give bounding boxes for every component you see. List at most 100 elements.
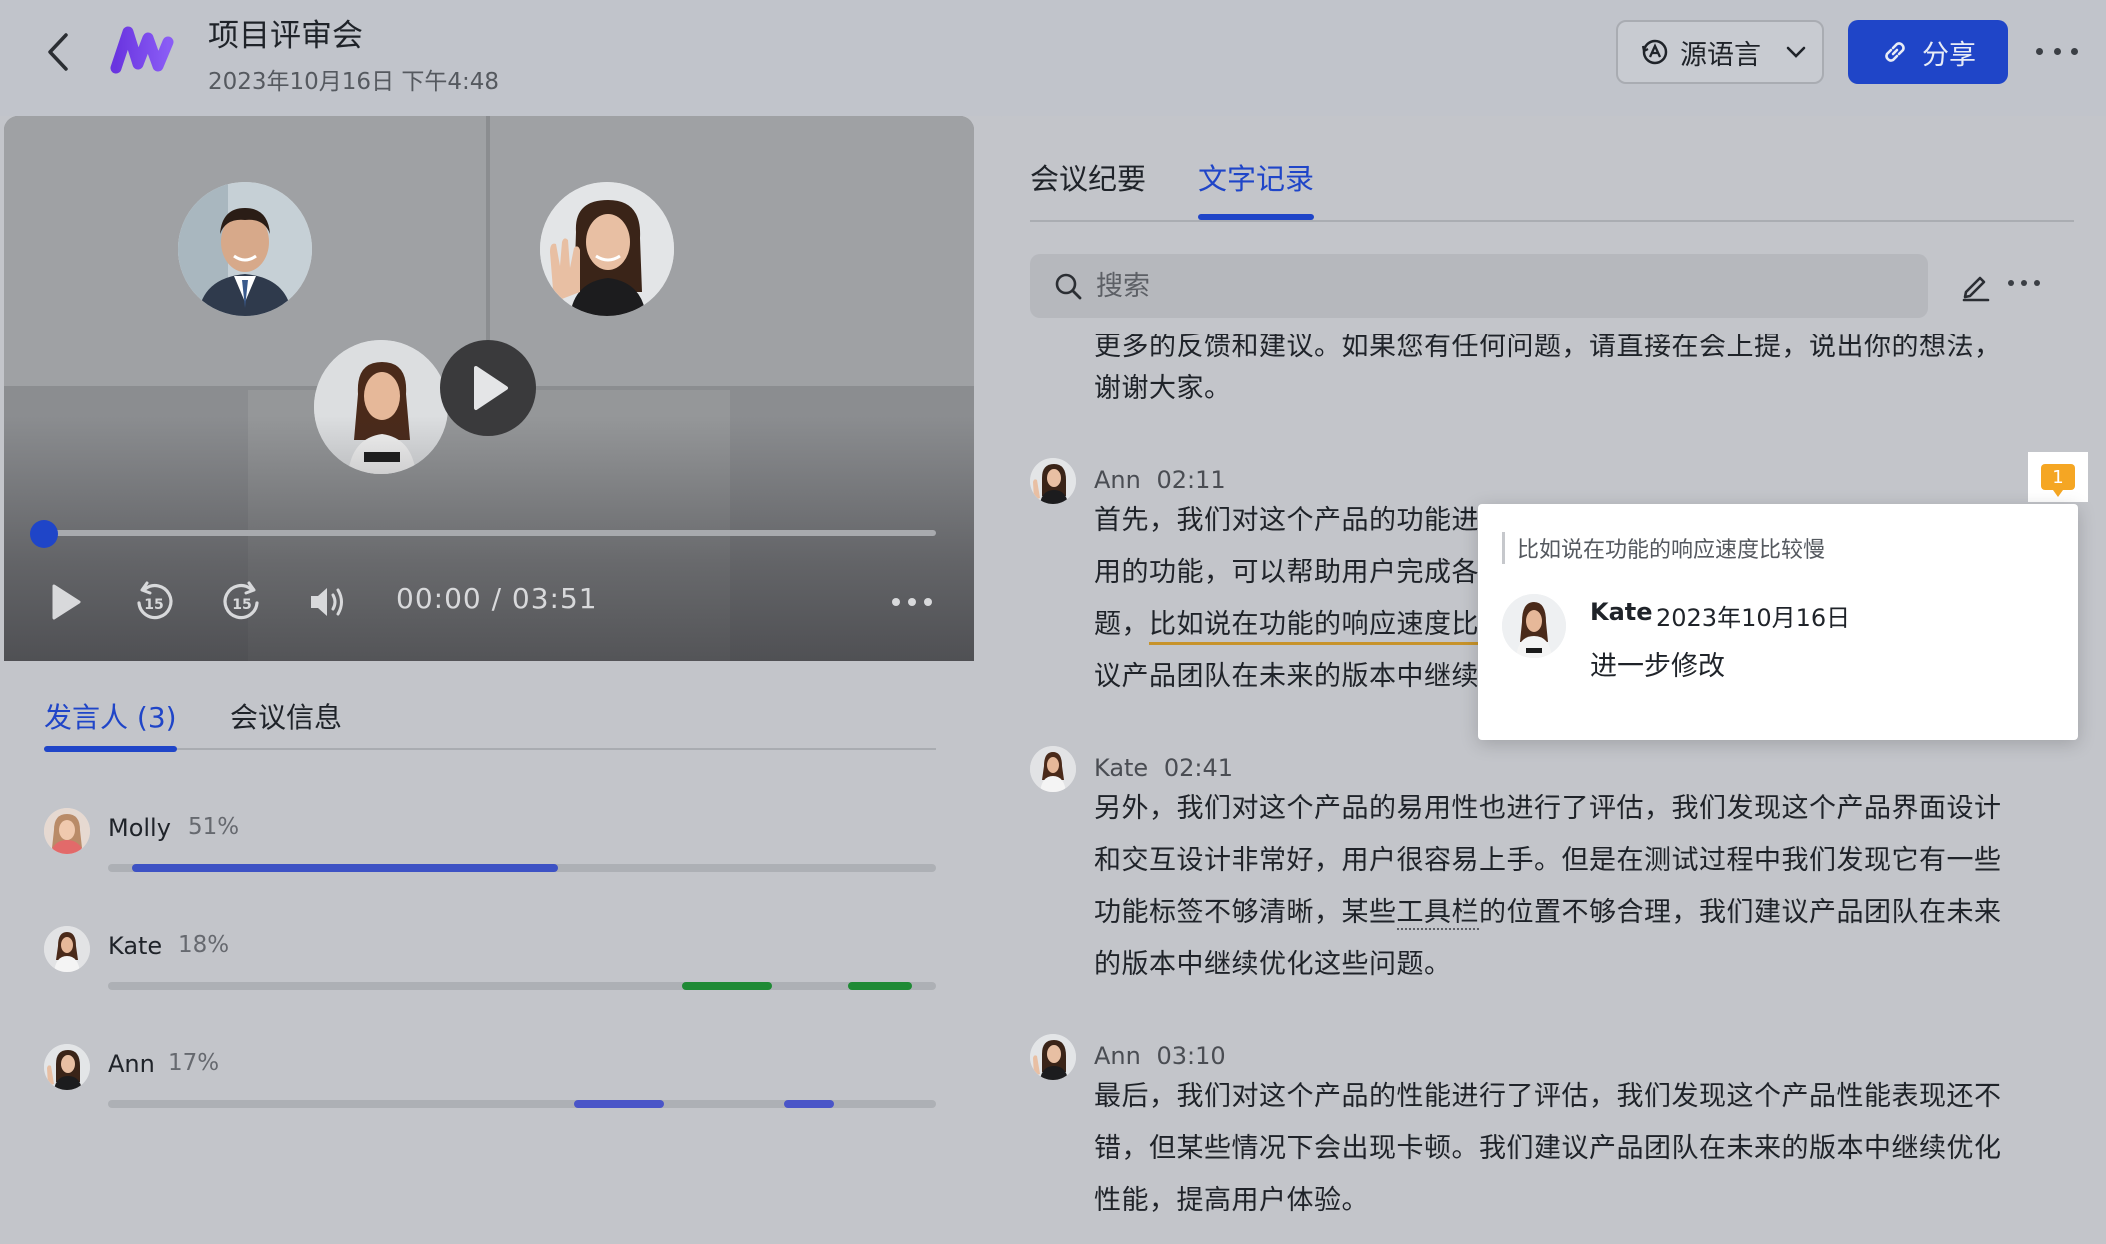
transcript-line: 题，比如说在功能的响应速度比 xyxy=(1094,602,1479,645)
language-dropdown[interactable]: 源语言 xyxy=(1616,20,1824,84)
speaker-row-kate[interactable]: Kate 18% xyxy=(44,926,936,1006)
chevron-down-icon xyxy=(1786,46,1806,58)
speaker-name: Ann xyxy=(1094,466,1141,494)
back-button[interactable] xyxy=(38,28,78,76)
person-avatar-icon xyxy=(1030,746,1076,792)
play-button[interactable] xyxy=(46,576,86,628)
speech-segment xyxy=(848,982,912,990)
timestamp: 02:11 xyxy=(1156,466,1226,494)
comment-text: 进一步修改 xyxy=(1590,651,1725,682)
person-avatar-icon xyxy=(178,182,312,316)
speaker-timeline xyxy=(108,864,936,872)
transcript-line: 更多的反馈和建议。如果您有任何问题，请直接在会上提，说出你的想法， xyxy=(1094,334,2002,362)
speaker-percent: 18% xyxy=(178,932,230,958)
comment-date: 2023年10月16日 xyxy=(1656,604,1851,632)
page-title: 项目评审会 xyxy=(208,18,363,54)
video-player[interactable]: 15 15 00:00 / 03:51 xyxy=(4,116,974,661)
speech-segment xyxy=(132,864,558,872)
speech-segment xyxy=(682,982,772,990)
person-avatar-icon xyxy=(44,1044,90,1090)
timestamp: 03:10 xyxy=(1156,1042,1226,1070)
forward-15-label: 15 xyxy=(232,597,251,613)
search-input[interactable] xyxy=(1096,270,1876,302)
speaker-percent: 17% xyxy=(168,1050,220,1076)
speaker-timeline xyxy=(108,982,936,990)
comment-author: Kate xyxy=(1590,598,1653,626)
share-label: 分享 xyxy=(1922,39,1976,71)
avatar xyxy=(1502,594,1566,658)
speaker-and-time: Ann 03:10 xyxy=(1094,1042,1226,1070)
speaker-row-ann[interactable]: Ann 17% xyxy=(44,1044,936,1124)
dot-icon xyxy=(2034,280,2040,286)
avatar xyxy=(1030,1034,1076,1080)
dot-icon xyxy=(908,598,916,606)
speaker-name: Kate xyxy=(1094,754,1149,782)
tab-meeting-minutes[interactable]: 会议纪要 xyxy=(1030,156,1146,218)
transcript-list: 更多的反馈和建议。如果您有任何问题，请直接在会上提，说出你的想法， 谢谢大家。 … xyxy=(1030,334,2074,1244)
play-button-large[interactable] xyxy=(440,340,536,436)
forward-15-button[interactable]: 15 xyxy=(218,576,266,628)
video-more-button[interactable] xyxy=(892,598,932,608)
volume-icon xyxy=(311,588,343,616)
commented-text[interactable]: 比如说在功能的响应速度比 xyxy=(1149,609,1479,645)
play-icon xyxy=(474,366,508,410)
avatar xyxy=(1030,746,1076,792)
progress-bar[interactable] xyxy=(44,530,936,536)
dot-icon xyxy=(924,598,932,606)
speech-segment xyxy=(574,1100,664,1108)
speaker-name: Ann xyxy=(108,1050,155,1078)
speaker-and-time: Ann 02:11 xyxy=(1094,466,1226,494)
annotated-term[interactable]: 工具栏 xyxy=(1396,897,1479,930)
transcript-line: 最后，我们对这个产品的性能进行了评估，我们发现这个产品性能表现还不 xyxy=(1094,1081,2002,1112)
transcript-line: 用的功能，可以帮助用户完成各 xyxy=(1094,557,1479,588)
person-avatar-icon xyxy=(1502,594,1566,658)
dot-icon xyxy=(2008,280,2014,286)
more-options-button[interactable] xyxy=(2036,36,2078,66)
transcript-text: 题， xyxy=(1094,609,1149,640)
avatar xyxy=(1030,458,1076,504)
speaker-name: Molly xyxy=(108,814,171,842)
chevron-left-icon xyxy=(48,33,68,71)
speaker-row-molly[interactable]: Molly 51% xyxy=(44,808,936,888)
search-box[interactable] xyxy=(1030,254,1928,318)
comment-count-badge: 1 xyxy=(2041,464,2075,497)
timestamp: 02:41 xyxy=(1163,754,1234,782)
share-button[interactable]: 分享 xyxy=(1848,20,2008,84)
dot-icon xyxy=(2053,47,2061,55)
transcript-line: 性能，提高用户体验。 xyxy=(1094,1185,1369,1216)
transcript-line: 另外，我们对这个产品的易用性也进行了评估，我们发现这个产品界面设计 xyxy=(1094,793,2002,824)
transcript-line: 功能标签不够清晰，某些工具栏的位置不够合理，我们建议产品团队在未来 xyxy=(1094,890,2002,930)
comment-marker[interactable]: 1 xyxy=(2028,452,2088,502)
person-avatar-icon xyxy=(44,926,90,972)
forward-15-icon: 15 xyxy=(223,581,259,620)
dot-icon xyxy=(2036,47,2043,55)
transcript-line: 错，但某些情况下会出现卡顿。我们建议产品团队在未来的版本中继续优化 xyxy=(1094,1133,2002,1164)
speaker-percent: 51% xyxy=(188,814,240,840)
rewind-15-button[interactable]: 15 xyxy=(130,576,178,628)
dot-icon xyxy=(2071,47,2078,55)
transcript-line: 谢谢大家。 xyxy=(1094,373,1232,404)
language-label: 源语言 xyxy=(1680,39,1761,71)
participant-avatar-ann xyxy=(540,182,674,316)
edit-button[interactable] xyxy=(1956,266,1996,306)
speaker-timeline xyxy=(108,1100,936,1108)
transcript-more-button[interactable] xyxy=(2008,280,2040,288)
tab-transcript[interactable]: 文字记录 xyxy=(1198,156,1315,220)
app-logo xyxy=(110,26,174,74)
left-panel: 15 15 00:00 / 03:51 发言人 (3) 会议信息 Molly 5… xyxy=(4,116,974,1244)
avatar xyxy=(44,1044,90,1090)
avatar xyxy=(44,926,90,972)
transcript-text: 的位置不够合理，我们建议产品团队在未来 xyxy=(1479,897,2002,928)
speaker-name: Ann xyxy=(1094,1042,1141,1070)
transcript-line: 首先，我们对这个产品的功能进 xyxy=(1094,505,1479,536)
dot-icon xyxy=(2021,280,2027,286)
speech-segment xyxy=(784,1100,834,1108)
transcript-line: 议产品团队在未来的版本中继续 xyxy=(1094,661,1479,692)
volume-button[interactable] xyxy=(306,576,350,628)
right-tab-bar: 会议纪要 文字记录 xyxy=(1030,156,2074,222)
tab-speakers[interactable]: 发言人 (3) xyxy=(44,696,177,752)
tab-meeting-info[interactable]: 会议信息 xyxy=(230,696,342,750)
progress-handle[interactable] xyxy=(30,520,58,548)
link-icon xyxy=(1885,42,1905,62)
dot-icon xyxy=(892,598,900,606)
